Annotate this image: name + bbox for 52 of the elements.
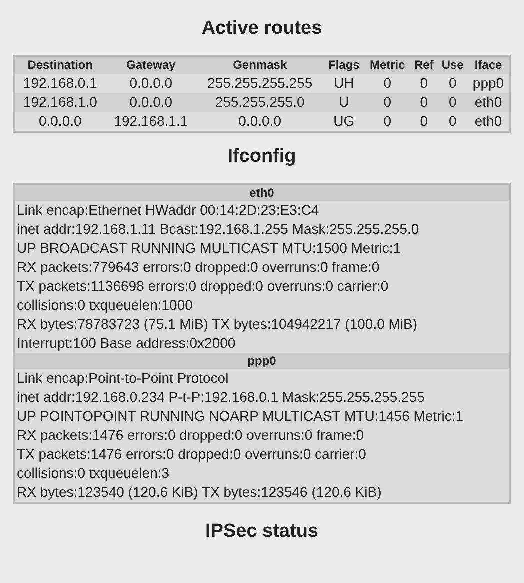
- section-heading: Active routes: [202, 17, 322, 41]
- ifconfig-line: UP POINTOPOINT RUNNING NOARP MULTICAST MTU:1456 Metric:1: [16, 407, 465, 426]
- table-cell: 0.0.0.0: [106, 74, 197, 93]
- table-cell: 0: [438, 74, 468, 93]
- ifconfig-line: UP BROADCAST RUNNING MULTICAST MTU:1500 Metric:1: [16, 239, 402, 258]
- column-header: Gateway: [106, 57, 197, 74]
- table-cell: 255.255.255.255: [196, 74, 324, 93]
- section-heading: Ifconfig: [228, 145, 296, 169]
- interface-header: eth0: [15, 185, 509, 201]
- table-cell: 0: [364, 93, 411, 112]
- ifconfig-line: collisions:0 txqueuelen:3: [16, 464, 171, 483]
- table-cell: 0.0.0.0: [196, 112, 324, 131]
- ifconfig-line: collisions:0 txqueuelen:1000: [16, 296, 194, 315]
- table-cell: 0: [410, 112, 438, 131]
- ifconfig-line: inet addr:192.168.1.11 Bcast:192.168.1.255 Mask:255.255.255.0: [16, 220, 420, 239]
- column-header: Use: [438, 57, 468, 74]
- table-cell: U: [324, 93, 365, 112]
- ifconfig-line: TX packets:1136698 errors:0 dropped:0 overruns:0 carrier:0: [16, 277, 390, 296]
- table-cell: eth0: [468, 93, 509, 112]
- section-heading: IPSec status: [206, 520, 318, 544]
- column-header: Metric: [364, 57, 411, 74]
- table-cell: eth0: [468, 112, 509, 131]
- ifconfig-line: TX packets:1476 errors:0 dropped:0 overruns:0 carrier:0: [16, 445, 368, 464]
- table-cell: 0.0.0.0: [15, 112, 106, 131]
- table-cell: 0: [438, 112, 468, 131]
- table-cell: UH: [324, 74, 365, 93]
- ifconfig-line: Interrupt:100 Base address:0x2000: [16, 334, 237, 353]
- table-cell: 0: [438, 93, 468, 112]
- interface-header: ppp0: [15, 353, 509, 369]
- table-cell: 192.168.0.1: [15, 74, 106, 93]
- table-cell: 0: [410, 74, 438, 93]
- table-cell: 0: [364, 112, 411, 131]
- ifconfig-line: inet addr:192.168.0.234 P-t-P:192.168.0.1 Mask:255.255.255.255: [16, 388, 426, 407]
- table-cell: UG: [324, 112, 365, 131]
- table-cell: 255.255.255.0: [196, 93, 324, 112]
- ifconfig-line: Link encap:Point-to-Point Protocol: [16, 369, 230, 388]
- table-cell: ppp0: [468, 74, 509, 93]
- column-header: Genmask: [196, 57, 324, 74]
- table-cell: 192.168.1.1: [106, 112, 197, 131]
- table-cell: 0: [410, 93, 438, 112]
- column-header: Ref: [410, 57, 438, 74]
- ifconfig-line: RX bytes:78783723 (75.1 MiB) TX bytes:104942217 (100.0 MiB): [16, 315, 419, 334]
- ifconfig-line: RX bytes:123540 (120.6 KiB) TX bytes:123546 (120.6 KiB): [16, 483, 383, 502]
- column-header: Destination: [15, 57, 106, 74]
- table-cell: 0.0.0.0: [106, 93, 197, 112]
- ifconfig-line: Link encap:Ethernet HWaddr 00:14:2D:23:E3:C4: [16, 201, 320, 220]
- table-cell: 192.168.1.0: [15, 93, 106, 112]
- ifconfig-line: RX packets:1476 errors:0 dropped:0 overruns:0 frame:0: [16, 426, 366, 445]
- column-header: Flags: [324, 57, 365, 74]
- table-cell: 0: [364, 74, 411, 93]
- ifconfig-line: RX packets:779643 errors:0 dropped:0 overruns:0 frame:0: [16, 258, 381, 277]
- column-header: Iface: [468, 57, 509, 74]
